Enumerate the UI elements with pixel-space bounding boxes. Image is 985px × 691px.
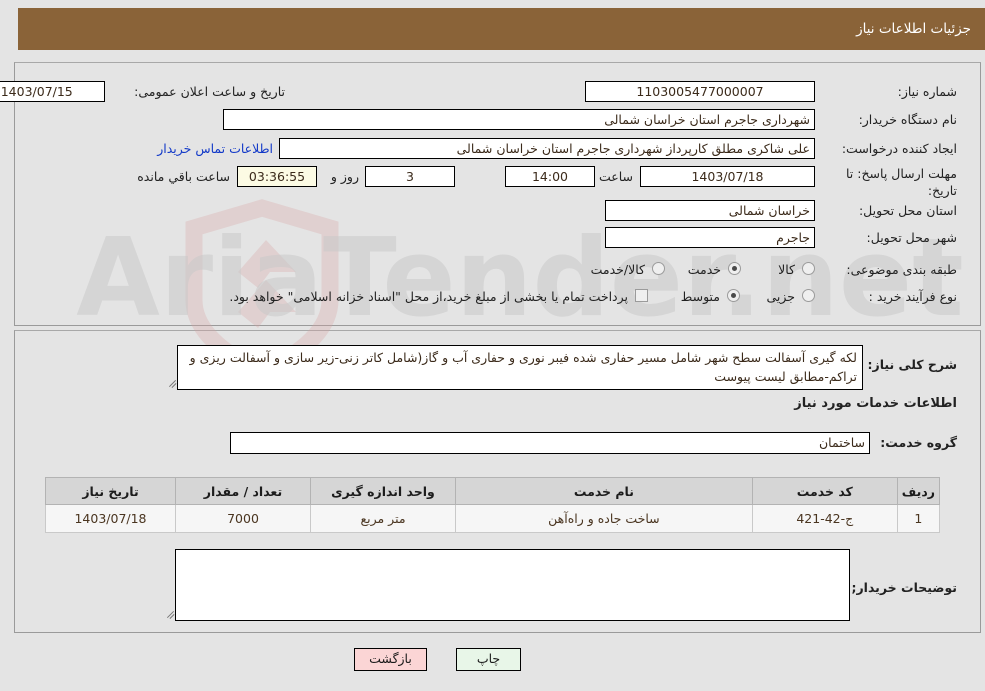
creator-label: ایجاد کننده درخواست:: [841, 141, 957, 156]
table-header-row: ردیف کد خدمت نام خدمت واحد اندازه گیری ت…: [45, 477, 941, 505]
td-date: 1403/07/18: [45, 504, 176, 533]
need-number-value: 1103005477000007: [585, 81, 815, 102]
process-label: نوع فرآیند خرید :: [868, 289, 957, 304]
td-name: ساخت جاده و راه‌آهن: [455, 504, 753, 533]
category-option-kala-khedmat: کالا/خدمت: [590, 262, 645, 277]
announce-datetime-value: 1403/07/15 - 09:38: [0, 81, 105, 102]
time-remaining-label: ساعت باقي مانده: [137, 169, 230, 184]
days-remaining-value: 3: [365, 166, 455, 187]
buyer-contact-link[interactable]: اطلاعات تماس خریدار: [157, 141, 273, 156]
service-group-label: گروه خدمت:: [880, 435, 957, 450]
print-button[interactable]: چاپ: [456, 648, 521, 671]
category-option-kala: کالا: [778, 262, 795, 277]
td-unit: متر مربع: [310, 504, 456, 533]
process-option-motevaset: متوسط: [680, 289, 720, 304]
announce-datetime-label: تاریخ و ساعت اعلان عمومی:: [134, 84, 285, 99]
buyer-notes-label: توضیحات خریدار;: [851, 580, 957, 595]
process-radio-jozi[interactable]: [802, 289, 815, 302]
buyer-org-label: نام دستگاه خریدار:: [858, 112, 957, 127]
service-group-value: ساختمان: [230, 432, 870, 454]
services-table: ردیف کد خدمت نام خدمت واحد اندازه گیری ت…: [45, 477, 941, 533]
category-radio-khedmat[interactable]: [728, 262, 741, 275]
th-row: ردیف: [896, 477, 941, 505]
deadline-label: مهلت ارسال پاسخ: تا تاریخ:: [846, 166, 957, 198]
th-unit: واحد اندازه گیری: [310, 477, 456, 505]
header-left-strip: [0, 8, 18, 50]
category-label: طبقه بندی موضوعی:: [846, 262, 957, 277]
city-value: جاجرم: [605, 227, 815, 248]
buyer-notes-textarea[interactable]: [175, 549, 850, 621]
td-code: ج-42-421: [751, 504, 898, 533]
category-option-khedmat: خدمت: [687, 262, 721, 277]
province-value: خراسان شمالی: [605, 200, 815, 221]
back-button[interactable]: بازگشت: [354, 648, 427, 671]
page-root: AriaTender.net جزئیات اطلاعات نیاز شماره…: [0, 0, 985, 691]
page-header: جزئیات اطلاعات نیاز: [18, 8, 985, 50]
buyer-org-value: شهرداری جاجرم استان خراسان شمالی: [223, 109, 815, 130]
city-label: شهر محل تحویل:: [866, 230, 957, 245]
td-row: 1: [896, 504, 941, 533]
creator-value: علی شاکری مطلق کارپرداز شهرداری جاجرم اس…: [279, 138, 815, 159]
treasury-documents-text: پرداخت تمام یا بخشی از مبلغ خرید،از محل …: [229, 289, 628, 304]
time-remaining-value: 03:36:55: [237, 166, 317, 187]
category-radio-kala[interactable]: [802, 262, 815, 275]
page-title: جزئیات اطلاعات نیاز: [856, 21, 971, 37]
services-section-heading: اطلاعات خدمات مورد نیاز: [794, 396, 957, 411]
td-quantity: 7000: [175, 504, 311, 533]
category-radio-kala-khedmat[interactable]: [652, 262, 665, 275]
deadline-time-value: 14:00: [505, 166, 595, 187]
need-number-label: شماره نیاز:: [897, 84, 957, 99]
description-textarea[interactable]: لکه گیری آسفالت سطح شهر شامل مسیر حفاری …: [177, 345, 863, 390]
treasury-documents-checkbox[interactable]: [635, 289, 648, 302]
process-option-jozi: جزیی: [766, 289, 795, 304]
deadline-date-value: 1403/07/18: [640, 166, 815, 187]
th-name: نام خدمت: [455, 477, 753, 505]
th-date: تاریخ نیاز: [45, 477, 176, 505]
th-quantity: تعداد / مقدار: [175, 477, 311, 505]
hour-label: ساعت: [598, 169, 633, 184]
days-label: روز و: [330, 169, 359, 184]
description-label: شرح کلی نیاز:: [867, 357, 957, 372]
province-label: استان محل تحویل:: [858, 203, 957, 218]
table-row: 1 ج-42-421 ساخت جاده و راه‌آهن متر مربع …: [45, 504, 941, 533]
process-radio-motevaset[interactable]: [727, 289, 740, 302]
th-code: کد خدمت: [751, 477, 898, 505]
